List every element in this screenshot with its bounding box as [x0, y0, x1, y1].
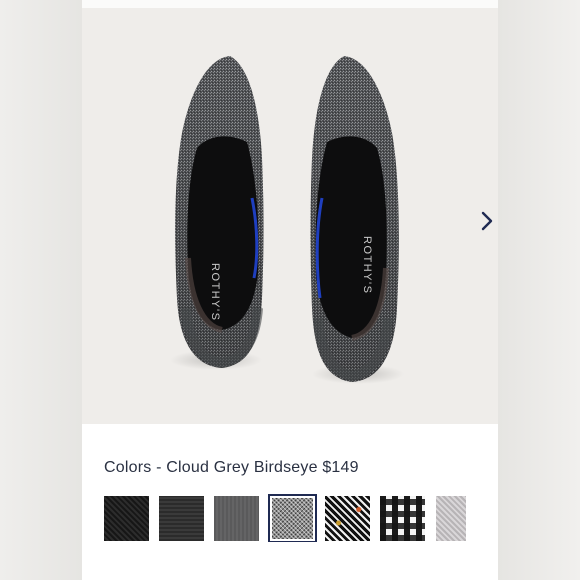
product-image: ROTHY'S ROTHY'S: [170, 56, 404, 384]
color-swatch-grey[interactable]: [214, 496, 259, 541]
page-backdrop-right: [498, 0, 580, 580]
color-swatch-black-pattern[interactable]: [325, 496, 370, 541]
left-insole-logo: ROTHY'S: [209, 263, 221, 321]
color-swatch-cloud-grey-birdseye[interactable]: [268, 494, 317, 542]
page-backdrop-left: [0, 0, 82, 580]
color-swatch-black-stripe[interactable]: [159, 496, 204, 541]
selected-color-label: Colors - Cloud Grey Birdseye $149: [104, 459, 359, 476]
color-swatch-gingham[interactable]: [380, 496, 425, 541]
color-swatch-black[interactable]: [104, 496, 149, 541]
next-image-button[interactable]: [470, 204, 498, 238]
left-shoe: ROTHY'S: [170, 56, 264, 370]
card-top-strip: [82, 0, 498, 8]
product-card: ROTHY'S ROTHY'S Colors - Cloud Grey Bird…: [82, 0, 498, 580]
right-insole-logo: ROTHY'S: [361, 236, 373, 294]
product-image-gallery[interactable]: ROTHY'S ROTHY'S: [82, 8, 498, 424]
color-swatch-light-grey[interactable]: [436, 496, 466, 541]
right-shoe: ROTHY'S: [310, 56, 404, 384]
chevron-right-icon: [481, 211, 493, 231]
color-swatch-list: [104, 494, 498, 542]
